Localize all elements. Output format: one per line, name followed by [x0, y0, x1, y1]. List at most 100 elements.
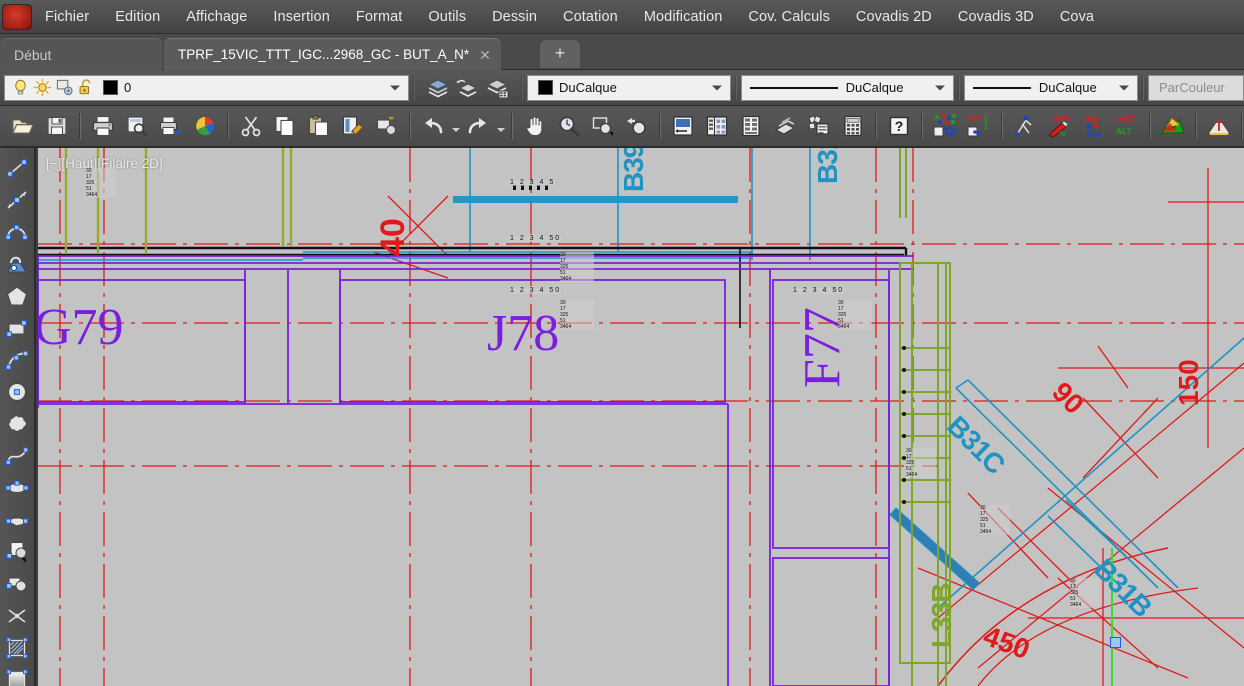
- covadis-mat-alt-icon[interactable]: MAT ALT: [1112, 111, 1142, 141]
- sun-thaw-icon[interactable]: [33, 78, 52, 97]
- render-icon[interactable]: [190, 111, 220, 141]
- make-block-icon[interactable]: [2, 568, 32, 599]
- zoom-window-icon[interactable]: [588, 111, 618, 141]
- ellipse-arc-icon[interactable]: [2, 504, 32, 535]
- cut-icon[interactable]: [236, 111, 266, 141]
- color-swatch: [538, 80, 554, 95]
- print-preview-icon[interactable]: [122, 111, 152, 141]
- menu-item-format[interactable]: Format: [343, 4, 416, 30]
- markup-icon[interactable]: [804, 111, 834, 141]
- layer-tool-group: [419, 75, 517, 101]
- polyline-icon[interactable]: [2, 216, 32, 247]
- copy-icon[interactable]: [270, 111, 300, 141]
- menu-item-dessin[interactable]: Dessin: [479, 4, 550, 30]
- layer-properties-icon[interactable]: [425, 75, 451, 101]
- menu-item-cotation[interactable]: Cotation: [550, 4, 631, 30]
- divider: [79, 113, 81, 139]
- layer-control[interactable]: 0: [4, 74, 410, 101]
- menu-item-covadis-overflow[interactable]: Cova: [1047, 4, 1107, 30]
- menu-item-edition[interactable]: Edition: [102, 4, 173, 30]
- design-center-icon[interactable]: [702, 111, 732, 141]
- open-icon[interactable]: [8, 111, 38, 141]
- covadis-survey-icon[interactable]: [1010, 111, 1040, 141]
- undo-dropdown-icon[interactable]: [450, 111, 461, 141]
- menu-bar: Fichier Edition Affichage Insertion Form…: [0, 0, 1244, 34]
- divider: [1195, 113, 1197, 139]
- redo-icon[interactable]: [463, 111, 493, 141]
- covadis-matxyz-icon[interactable]: MAT X Y Z: [964, 111, 994, 141]
- lineweight-control[interactable]: DuCalque: [963, 74, 1138, 101]
- new-tab-button[interactable]: +: [540, 40, 580, 68]
- color-control[interactable]: DuCalque: [527, 74, 731, 101]
- chevron-down-icon[interactable]: [934, 85, 945, 90]
- hatch-icon[interactable]: [2, 632, 32, 663]
- spline-icon[interactable]: [2, 440, 32, 471]
- tab-active-document[interactable]: TPRF_15VIC_TTT_IGC...2968_GC - BUT_A_N* …: [164, 38, 501, 70]
- menu-item-cov-calculs[interactable]: Cov. Calculs: [735, 4, 843, 30]
- freeze-viewport-icon[interactable]: [55, 78, 74, 97]
- linetype-control[interactable]: DuCalque: [740, 74, 954, 101]
- lightbulb-on-icon[interactable]: [11, 78, 30, 97]
- print-icon[interactable]: [88, 111, 118, 141]
- menu-item-insertion[interactable]: Insertion: [260, 4, 343, 30]
- pan-icon[interactable]: [520, 111, 550, 141]
- zoom-realtime-icon[interactable]: [554, 111, 584, 141]
- svg-text:Z: Z: [984, 125, 988, 131]
- divider: [659, 113, 661, 139]
- help-icon[interactable]: ?: [884, 111, 914, 141]
- menu-item-covadis-3d[interactable]: Covadis 3D: [945, 4, 1047, 30]
- ellipse-icon[interactable]: [2, 472, 32, 503]
- circle-icon[interactable]: [2, 376, 32, 407]
- close-icon[interactable]: ✕: [479, 48, 491, 62]
- menu-item-affichage[interactable]: Affichage: [173, 4, 260, 30]
- paste-icon[interactable]: [304, 111, 334, 141]
- menu-item-outils[interactable]: Outils: [415, 4, 479, 30]
- plot-icon[interactable]: [156, 111, 186, 141]
- chevron-down-icon[interactable]: [390, 85, 401, 90]
- divider: [1149, 113, 1151, 139]
- polyline-3d-icon[interactable]: [2, 248, 32, 279]
- covadis-mat-red-icon[interactable]: MAT N: [1044, 111, 1074, 141]
- covadis-mnt-icon[interactable]: [1158, 111, 1188, 141]
- sheet-set-icon[interactable]: [770, 111, 800, 141]
- lineweight-preview: [972, 86, 1031, 89]
- chevron-down-icon[interactable]: [711, 85, 722, 90]
- rectangle-icon[interactable]: [2, 312, 32, 343]
- tab-document-label: TPRF_15VIC_TTT_IGC...2968_GC - BUT_A_N*: [178, 47, 470, 62]
- zoom-previous-icon[interactable]: [622, 111, 652, 141]
- covadis-profile-icon[interactable]: [1204, 111, 1234, 141]
- arc-icon[interactable]: [2, 344, 32, 375]
- svg-text:MAT: MAT: [968, 114, 984, 123]
- divider: [921, 113, 923, 139]
- drawing-canvas[interactable]: [−][Haut][Filaire 2D] G79 J78 F77 B39A B…: [38, 148, 1244, 686]
- save-icon[interactable]: [42, 111, 72, 141]
- chevron-down-icon[interactable]: [1119, 85, 1129, 90]
- tab-start[interactable]: Début: [0, 38, 162, 70]
- tool-palettes-icon[interactable]: [736, 111, 766, 141]
- layer-states-icon[interactable]: [485, 75, 511, 101]
- cad-drawing-vector: [38, 148, 1244, 686]
- layer-previous-icon[interactable]: [455, 75, 481, 101]
- menu-item-covadis-2d[interactable]: Covadis 2D: [843, 4, 945, 30]
- svg-text:MAT: MAT: [1085, 114, 1102, 123]
- covadis-points-icon[interactable]: [930, 111, 960, 141]
- properties-icon[interactable]: [668, 111, 698, 141]
- point-icon[interactable]: [2, 600, 32, 631]
- selection-grip[interactable]: [1110, 637, 1121, 648]
- line-icon[interactable]: [2, 152, 32, 183]
- block-editor-icon[interactable]: [372, 111, 402, 141]
- calculator-icon[interactable]: [838, 111, 868, 141]
- unlock-icon[interactable]: [77, 78, 96, 97]
- match-properties-icon[interactable]: [338, 111, 368, 141]
- construction-line-icon[interactable]: [2, 184, 32, 215]
- application-menu-button[interactable]: [2, 3, 32, 30]
- insert-block-icon[interactable]: [2, 536, 32, 567]
- redo-dropdown-icon[interactable]: [495, 111, 506, 141]
- revision-cloud-icon[interactable]: [2, 408, 32, 439]
- undo-icon[interactable]: [418, 111, 448, 141]
- polygon-icon[interactable]: [2, 280, 32, 311]
- covadis-mat-blue-icon[interactable]: MAT TOP: [1078, 111, 1108, 141]
- gradient-icon[interactable]: [2, 664, 32, 686]
- menu-item-fichier[interactable]: Fichier: [32, 4, 102, 30]
- menu-item-modification[interactable]: Modification: [631, 4, 736, 30]
